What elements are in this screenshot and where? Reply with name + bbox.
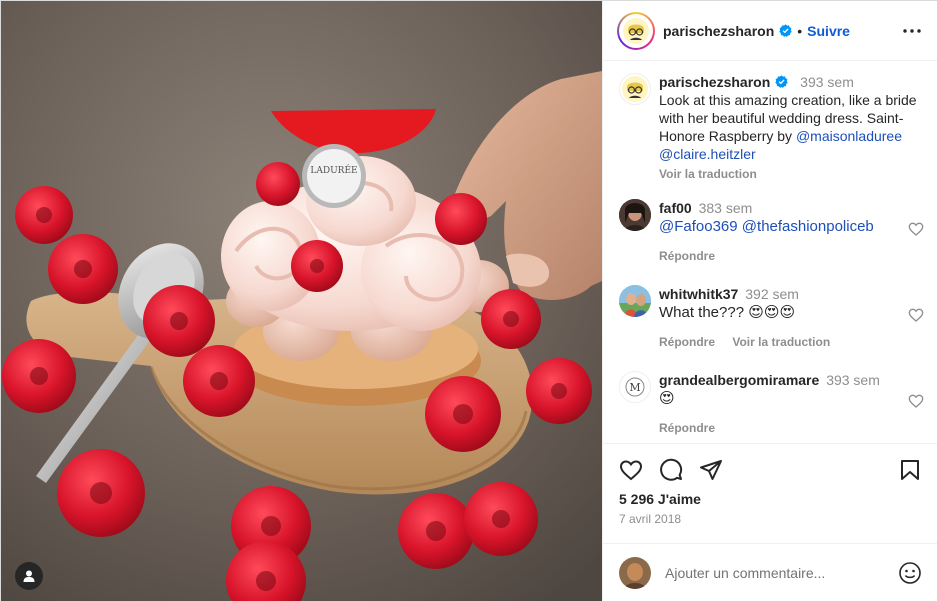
commenter-avatar[interactable] bbox=[619, 199, 651, 231]
svg-text:M: M bbox=[629, 381, 640, 394]
comment-text: 😍 bbox=[659, 390, 675, 407]
caption: parischezsharon 393 sem Look at this ama… bbox=[619, 73, 924, 193]
reply-button[interactable]: Répondre bbox=[659, 421, 715, 435]
caption-text: Look at this amazing creation, like a br… bbox=[659, 91, 921, 163]
comment-item: whitwhitk37 392 sem What the??? 😍😍😍 Répo… bbox=[619, 285, 924, 355]
mention-link[interactable]: @maisonladuree bbox=[796, 128, 902, 144]
commenter-avatar[interactable]: M bbox=[619, 371, 651, 403]
comment-item: faf00 383 sem @Fafoo369 @thefashionpolic… bbox=[619, 199, 924, 269]
like-comment-heart-icon[interactable] bbox=[908, 307, 924, 323]
commenter-avatar-illustration bbox=[619, 285, 651, 317]
like-comment-heart-icon[interactable] bbox=[908, 221, 924, 237]
comment-icon[interactable] bbox=[659, 458, 683, 482]
comment-username[interactable]: grandealbergomiramare bbox=[659, 372, 819, 388]
mention-link[interactable]: @thefashionpoliceb bbox=[742, 218, 874, 235]
heart-icon[interactable] bbox=[619, 458, 643, 482]
user-tag-button[interactable] bbox=[15, 562, 43, 590]
commenter-avatar-illustration: M bbox=[625, 377, 645, 397]
header-separator: • bbox=[797, 22, 803, 39]
commenter-avatar[interactable] bbox=[619, 285, 651, 317]
author-avatar-illustration bbox=[623, 17, 649, 44]
caption-username[interactable]: parischezsharon bbox=[659, 74, 770, 90]
mention-link[interactable]: @claire.heitzler bbox=[659, 146, 756, 162]
post-side-panel: parischezsharon • Suivre parischezsharon… bbox=[602, 1, 937, 601]
commenter-avatar-illustration bbox=[619, 199, 651, 231]
emoji-icon[interactable] bbox=[898, 561, 922, 585]
comment-body: grandealbergomiramare 393 sem 😍 Répondre bbox=[659, 371, 921, 437]
bookmark-icon[interactable] bbox=[898, 458, 922, 482]
post-actions: 5 296 J'aime 7 avril 2018 bbox=[603, 443, 937, 543]
comment-username[interactable]: whitwhitk37 bbox=[659, 286, 738, 302]
medallion-label: LADURÉE bbox=[310, 164, 357, 176]
comment-item: M grandealbergomiramare 393 sem 😍 Répond… bbox=[619, 371, 924, 441]
comment-text: @Fafoo369 @thefashionpoliceb bbox=[659, 217, 921, 237]
comment-time[interactable]: 383 sem bbox=[699, 200, 753, 216]
post-modal: LADURÉE parischezsharon • Suivre parisch… bbox=[0, 0, 937, 601]
caption-time[interactable]: 393 sem bbox=[800, 74, 854, 90]
post-header: parischezsharon • Suivre bbox=[603, 1, 937, 61]
comment-time[interactable]: 392 sem bbox=[745, 286, 799, 302]
post-photo[interactable]: LADURÉE bbox=[1, 1, 602, 601]
post-date[interactable]: 7 avril 2018 bbox=[619, 512, 681, 526]
like-comment-heart-icon[interactable] bbox=[908, 393, 924, 409]
more-options-icon bbox=[903, 29, 921, 33]
caption-body: parischezsharon 393 sem Look at this ama… bbox=[659, 73, 921, 183]
reply-button[interactable]: Répondre bbox=[659, 249, 715, 263]
current-user-avatar bbox=[619, 556, 651, 589]
translate-button[interactable]: Voir la traduction bbox=[732, 335, 830, 349]
author-avatar[interactable] bbox=[617, 11, 655, 50]
caption-author-avatar[interactable] bbox=[619, 73, 651, 105]
share-icon[interactable] bbox=[699, 458, 723, 482]
comment-body: faf00 383 sem @Fafoo369 @thefashionpolic… bbox=[659, 199, 921, 265]
mention-link[interactable]: @Fafoo369 bbox=[659, 218, 738, 235]
comment-input[interactable]: Ajouter un commentaire... bbox=[665, 565, 898, 581]
likes-count[interactable]: 5 296 J'aime bbox=[619, 491, 701, 507]
follow-button[interactable]: Suivre bbox=[807, 23, 850, 39]
caption-translate[interactable]: Voir la traduction bbox=[659, 165, 921, 183]
user-tag-icon bbox=[23, 570, 35, 582]
comment-text: What the??? 😍😍😍 bbox=[659, 304, 796, 321]
caption-avatar-illustration bbox=[622, 76, 648, 102]
dessert-photo-illustration: LADURÉE bbox=[1, 1, 602, 601]
comments-list[interactable]: parischezsharon 393 sem Look at this ama… bbox=[603, 61, 937, 443]
comment-body: whitwhitk37 392 sem What the??? 😍😍😍 Répo… bbox=[659, 285, 921, 351]
comment-username[interactable]: faf00 bbox=[659, 200, 692, 216]
verified-badge-icon bbox=[779, 24, 792, 37]
author-username[interactable]: parischezsharon bbox=[663, 23, 774, 39]
more-options-button[interactable] bbox=[900, 21, 924, 41]
reply-button[interactable]: Répondre bbox=[659, 335, 715, 349]
current-user-avatar-illustration bbox=[619, 556, 651, 589]
verified-badge-icon bbox=[775, 75, 788, 88]
comment-composer: Ajouter un commentaire... bbox=[603, 543, 937, 601]
comment-time[interactable]: 393 sem bbox=[826, 372, 880, 388]
